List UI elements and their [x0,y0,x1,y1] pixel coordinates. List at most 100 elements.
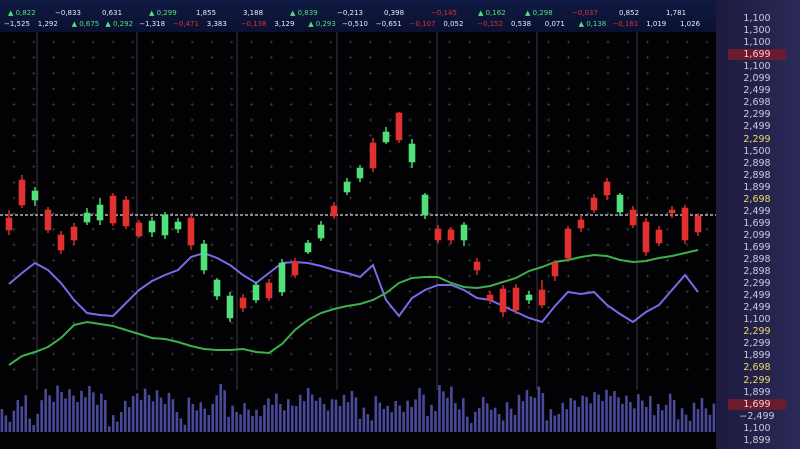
grid-mark [665,118,669,122]
grid-mark [626,102,630,106]
candle [278,259,286,296]
grid-mark [151,56,155,60]
grid-mark [448,258,452,262]
price-axis-label: 1,699 [728,398,786,410]
price-axis-label: 2,099 [743,229,771,241]
grid-mark [368,56,372,60]
grid-mark [170,274,174,278]
grid-mark [210,180,214,184]
grid-mark [309,165,313,169]
grid-mark [368,305,372,309]
grid-mark [250,243,254,247]
grid-mark [685,149,689,153]
grid-mark [566,149,570,153]
volume-bar [80,390,83,432]
ticker-value: 1,855 [196,9,217,17]
grid-mark [111,165,115,169]
grid-mark [606,274,610,278]
grid-mark [269,227,273,231]
grid-mark [349,149,353,153]
grid-mark [566,305,570,309]
grid-mark [349,227,353,231]
volume-bar [621,403,624,432]
ticker-value: −0,152 [477,20,504,28]
volume-bar [155,390,159,432]
candle [473,258,481,275]
grid-mark [52,180,56,184]
grid-mark [665,258,669,262]
grid-mark [91,368,95,372]
candle-body [499,288,507,313]
grid-mark [665,196,669,200]
grid-mark [91,149,95,153]
grid-mark [250,368,254,372]
grid-mark [368,40,372,44]
grid-mark [151,243,155,247]
ticker-value: ▲ 0,138 [578,20,607,28]
grid-mark [91,258,95,262]
grid-mark [428,258,432,262]
volume-bar [446,397,449,432]
volume-bar [318,397,322,432]
grid-mark [12,368,16,372]
grid-mark [329,102,333,106]
volume-bar [298,394,302,432]
candle-body [369,142,377,169]
grid-mark [388,274,392,278]
volume-bar [505,402,509,432]
grid-mark [32,102,36,106]
grid-mark [606,134,610,138]
grid-mark [547,118,551,122]
grid-mark [289,165,293,169]
price-axis-label: 2,499 [743,85,771,97]
grid-mark [467,196,471,200]
grid-mark [12,305,16,309]
grid-mark [368,102,372,106]
grid-mark [685,352,689,356]
grid-mark [190,71,194,75]
grid-mark [685,56,689,60]
grid-mark [606,165,610,169]
candle [83,208,91,225]
grid-mark [190,258,194,262]
volume-bar [497,414,501,432]
grid-mark [250,227,254,231]
grid-mark [507,134,511,138]
ticker-value: 0,071 [544,20,565,28]
grid-mark [151,149,155,153]
volume-bar [708,414,712,432]
grid-mark [705,134,709,138]
grid-mark [111,118,115,122]
price-chart [0,32,716,432]
price-axis-label: 2,898 [743,254,771,265]
ticker-value: 0,631 [102,9,123,17]
grid-mark [230,352,234,356]
grid-mark [507,118,511,122]
grid-mark [467,321,471,325]
candle-body [226,295,234,319]
volume-bar [4,415,8,432]
grid-mark [467,180,471,184]
grid-mark [269,87,273,91]
volume-bar [88,386,91,432]
grid-mark [230,321,234,325]
grid-mark [428,165,432,169]
grid-mark [131,56,135,60]
grid-mark [646,71,650,75]
volume-bar [668,393,672,432]
candle [395,112,403,143]
grid-mark [685,368,689,372]
volume-bar [12,410,16,432]
grid-mark [329,258,333,262]
price-axis-label: 1,899 [743,181,771,193]
ticker-value: −0,138 [240,20,267,28]
grid-mark [685,305,689,309]
grid-mark [151,258,155,262]
candle-body [31,190,39,201]
grid-mark [368,180,372,184]
volume-bar [370,420,374,432]
candle-body [148,220,156,233]
volume-bar [517,394,521,432]
grid-mark [210,336,214,340]
volume-bar [255,409,258,432]
